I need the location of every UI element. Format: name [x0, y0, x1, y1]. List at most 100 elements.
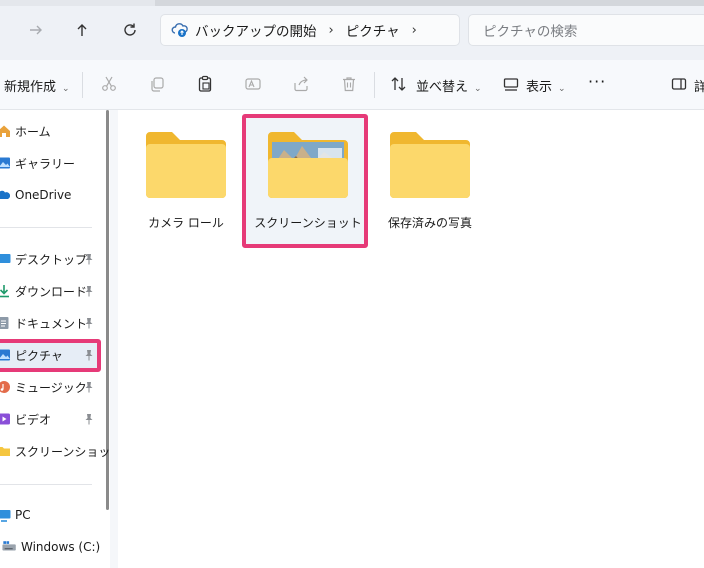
view-icon: [500, 73, 522, 95]
sidebar-item-downloads[interactable]: ダウンロード: [0, 277, 100, 305]
toolbar-divider: [374, 72, 375, 98]
sort-arrows-icon: [391, 77, 406, 91]
chevron-right-icon[interactable]: ›: [412, 23, 417, 38]
onedrive-icon: [0, 188, 12, 202]
file-list: カメラ ロール スクリーンショット 保存済みの写真: [118, 110, 704, 568]
desktop-icon: [0, 252, 12, 266]
scissors-icon: [102, 76, 116, 91]
folder-icon: [0, 444, 12, 458]
onedrive-backup-icon: [171, 23, 188, 37]
folder-item-screenshots[interactable]: スクリーンショット: [254, 130, 362, 240]
folder-thumbnail-icon: [268, 132, 348, 198]
pane-splitter[interactable]: [110, 110, 118, 568]
pin-icon[interactable]: [84, 317, 94, 329]
sidebar-item-label: ビデオ: [15, 412, 52, 427]
sidebar-item-pc[interactable]: PC: [0, 501, 100, 529]
view-button[interactable]: 表示 ⌄: [526, 76, 566, 95]
folder-label: スクリーンショット: [254, 216, 362, 230]
clipboard-icon: [198, 75, 212, 92]
copy-button[interactable]: [146, 73, 168, 95]
address-bar-area: バックアップの開始 › ピクチャ › ピクチャの検索: [0, 0, 704, 60]
sidebar-item-label: ギャラリー: [15, 156, 76, 171]
folder-item-camera-roll[interactable]: カメラ ロール: [136, 130, 236, 240]
search-input[interactable]: ピクチャの検索: [468, 14, 704, 46]
sidebar-item-windows-c[interactable]: Windows (C:): [0, 533, 104, 561]
sort-icon: [388, 73, 410, 95]
chevron-down-icon: ⌄: [474, 84, 482, 94]
sidebar-item-pictures[interactable]: ピクチャ: [0, 341, 100, 369]
sidebar-item-gallery[interactable]: ギャラリー: [0, 149, 100, 177]
sidebar-item-videos[interactable]: ビデオ: [0, 405, 100, 433]
copy-icon: [151, 77, 164, 92]
sidebar-item-label: ミュージック: [15, 380, 87, 395]
chevron-right-icon[interactable]: ›: [329, 23, 334, 38]
sidebar-item-label: OneDrive: [15, 188, 72, 202]
sidebar-item-label: ドキュメント: [15, 316, 88, 331]
chevron-down-icon: ⌄: [558, 84, 566, 94]
breadcrumb-pictures[interactable]: ピクチャ: [346, 20, 400, 40]
folder-item-saved-pictures[interactable]: 保存済みの写真: [380, 130, 480, 240]
up-button[interactable]: [68, 16, 96, 44]
title-strip: [0, 0, 704, 6]
pin-icon[interactable]: [84, 253, 94, 265]
trash-icon: [343, 77, 355, 92]
refresh-button[interactable]: [116, 16, 144, 44]
sidebar-item-label: ホーム: [15, 124, 51, 139]
sidebar-item-desktop[interactable]: デスクトップ: [0, 245, 100, 273]
pin-icon[interactable]: [84, 285, 94, 297]
sidebar-item-home[interactable]: ホーム: [0, 117, 100, 145]
details-button[interactable]: 詳: [694, 76, 704, 95]
chevron-down-icon: ⌄: [62, 84, 70, 94]
download-icon: [0, 284, 12, 298]
pin-icon[interactable]: [84, 349, 94, 361]
pc-icon: [0, 508, 12, 522]
drive-icon: [0, 540, 18, 554]
sidebar-divider: [0, 484, 92, 485]
share-button[interactable]: [290, 73, 312, 95]
sidebar-item-label: デスクトップ: [15, 252, 88, 267]
rename-icon: [245, 78, 261, 90]
folder-icon: [146, 132, 226, 198]
view-label: 表示: [526, 80, 553, 95]
sidebar-item-label: ピクチャ: [15, 348, 63, 363]
folder-icon: [390, 132, 470, 198]
monitor-icon: [503, 78, 519, 91]
folder-label: 保存済みの写真: [387, 216, 472, 230]
cut-button[interactable]: [98, 73, 120, 95]
pin-icon[interactable]: [84, 381, 94, 393]
rename-button[interactable]: [242, 73, 264, 95]
sidebar-item-screenshots[interactable]: スクリーンショット: [0, 437, 122, 465]
new-button[interactable]: 新規作成 ⌄: [4, 76, 70, 95]
forward-button[interactable]: [22, 16, 50, 44]
sidebar-item-label: ダウンロード: [15, 284, 88, 299]
address-field[interactable]: バックアップの開始 › ピクチャ ›: [160, 14, 460, 46]
sidebar-item-onedrive[interactable]: OneDrive: [0, 181, 100, 209]
arrow-right-icon: [30, 25, 42, 35]
delete-button[interactable]: [338, 73, 360, 95]
pictures-icon: [0, 348, 12, 362]
video-icon: [0, 412, 12, 426]
search-placeholder: ピクチャの検索: [483, 24, 578, 40]
gallery-icon: [0, 156, 12, 170]
sidebar-divider: [0, 227, 92, 228]
breadcrumb-backup[interactable]: バックアップの開始: [195, 20, 317, 40]
more-label: ···: [588, 72, 607, 91]
sort-button[interactable]: 並べ替え ⌄: [416, 76, 482, 95]
sidebar-item-label: PC: [15, 508, 31, 522]
sort-label: 並べ替え: [416, 80, 469, 95]
home-icon: [0, 124, 12, 138]
pin-icon[interactable]: [84, 413, 94, 425]
sidebar-item-documents[interactable]: ドキュメント: [0, 309, 100, 337]
new-label: 新規作成: [4, 80, 57, 95]
refresh-icon: [124, 23, 136, 36]
more-options-button[interactable]: ···: [588, 72, 606, 91]
document-icon: [0, 316, 12, 330]
music-icon: [0, 380, 12, 394]
paste-button[interactable]: [194, 73, 216, 95]
sidebar-item-music[interactable]: ミュージック: [0, 373, 100, 401]
arrow-up-icon: [77, 24, 87, 36]
details-pane-icon[interactable]: [668, 73, 690, 95]
folder-label: カメラ ロール: [148, 216, 224, 230]
sidebar-item-label: スクリーンショット: [15, 444, 123, 459]
sidebar-item-label: Windows (C:): [21, 540, 101, 554]
